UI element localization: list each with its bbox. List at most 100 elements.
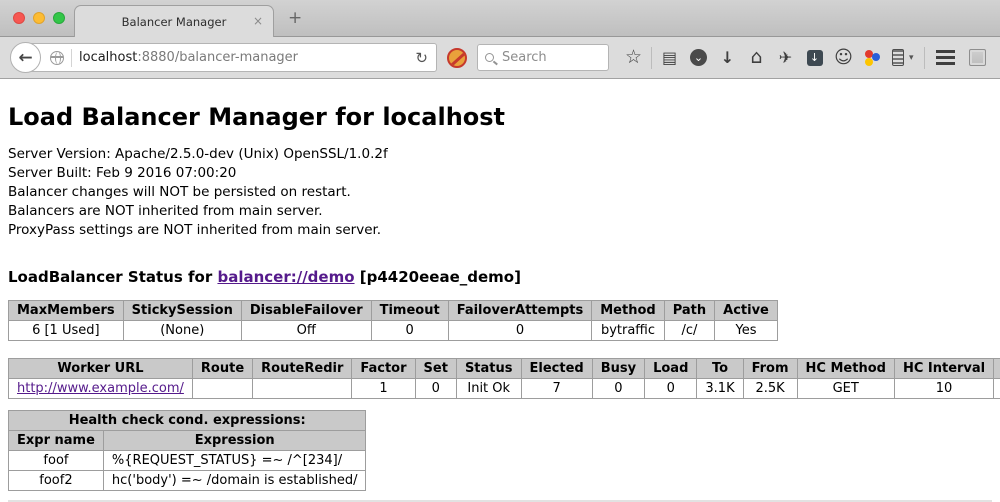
table-cell: 1 (0): [994, 379, 1000, 399]
column-header: Expr name: [9, 431, 104, 451]
table-row: foof%{REQUEST_STATUS} =~ /^[234]/: [9, 451, 366, 471]
balancer-settings-table: MaxMembersStickySessionDisableFailoverTi…: [8, 300, 778, 341]
table-cell: [192, 379, 252, 399]
column-header: MaxMembers: [9, 301, 124, 321]
colored-dots: [864, 49, 881, 66]
reading-list-icon[interactable]: ▤: [655, 43, 684, 73]
table-cell: (None): [123, 321, 241, 341]
save-to-app-icon[interactable]: ↓: [800, 43, 829, 73]
balancer-demo-link[interactable]: balancer://demo: [217, 268, 354, 286]
home-icon[interactable]: ⌂: [742, 43, 771, 73]
column-header: Route: [192, 359, 252, 379]
balancer-persist-note: Balancer changes will NOT be persisted o…: [8, 183, 992, 202]
column-header: Status: [456, 359, 521, 379]
search-input[interactable]: [500, 49, 595, 66]
table-cell: 0: [592, 379, 644, 399]
panel-glyph: [969, 49, 986, 66]
column-header: Timeout: [371, 301, 448, 321]
page-title: Load Balancer Manager for localhost: [8, 103, 992, 131]
column-header: Active: [715, 301, 778, 321]
table-cell: 2.5K: [743, 379, 797, 399]
heading-suffix: [p4420eeae_demo]: [355, 268, 521, 286]
column-header: Path: [664, 301, 714, 321]
table-cell: 0: [645, 379, 697, 399]
pocket-icon[interactable]: ⌄: [684, 43, 713, 73]
url-host: localhost: [79, 50, 137, 65]
server-version-line: Server Version: Apache/2.5.0-dev (Unix) …: [8, 145, 992, 164]
battery-glyph: [892, 49, 904, 66]
divider: [924, 47, 925, 69]
site-identity-globe-icon[interactable]: [50, 51, 64, 65]
column-header: To: [697, 359, 743, 379]
browser-tab[interactable]: Balancer Manager ×: [74, 5, 274, 38]
minimize-window-button[interactable]: [33, 12, 45, 24]
table-cell: /c/: [664, 321, 714, 341]
battery-extension-icon[interactable]: [887, 43, 909, 73]
column-header: RouteRedir: [253, 359, 352, 379]
search-icon: [485, 53, 494, 62]
table-cell: 0: [371, 321, 448, 341]
table-row: foof2hc('body') =~ /domain is establishe…: [9, 471, 366, 491]
close-tab-icon[interactable]: ×: [253, 15, 263, 27]
column-header: Passes: [994, 359, 1000, 379]
url-path: :8880/balancer-manager: [137, 50, 298, 65]
table-cell: 7: [521, 379, 592, 399]
proxypass-note: ProxyPass settings are NOT inherited fro…: [8, 221, 992, 240]
table-cell: bytraffic: [592, 321, 664, 341]
column-header: Expression: [103, 431, 366, 451]
send-tab-icon[interactable]: ✈: [771, 43, 800, 73]
divider: [651, 47, 652, 69]
table-row: http://www.example.com/ 10Init Ok7003.1K…: [9, 379, 1000, 399]
table-cell: 10: [894, 379, 993, 399]
table-cell: Init Ok: [456, 379, 521, 399]
url-text[interactable]: localhost:8880/balancer-manager: [79, 50, 298, 65]
column-header: HC Method: [797, 359, 894, 379]
table-caption: Health check cond. expressions:: [9, 411, 366, 431]
chat-smiley-icon[interactable]: ☺: [829, 43, 858, 73]
downloads-icon[interactable]: ↓: [713, 43, 742, 73]
column-header: Method: [592, 301, 664, 321]
panel-grid-icon[interactable]: [962, 43, 992, 73]
table-cell: Yes: [715, 321, 778, 341]
extension-dots-icon[interactable]: [858, 43, 887, 73]
loadbalancer-status-heading: LoadBalancer Status for balancer://demo …: [8, 268, 992, 286]
table-cell: 3.1K: [697, 379, 743, 399]
table-cell: [253, 379, 352, 399]
tab-title: Balancer Manager: [122, 15, 227, 29]
search-box[interactable]: [477, 44, 609, 71]
content-blocked-icon[interactable]: [447, 48, 467, 68]
column-header: Worker URL: [9, 359, 193, 379]
back-button[interactable]: ←: [10, 42, 41, 73]
heading-prefix: LoadBalancer Status for: [8, 268, 217, 286]
column-header: From: [743, 359, 797, 379]
health-check-expressions-table: Health check cond. expressions:Expr name…: [8, 410, 366, 491]
close-window-button[interactable]: [13, 12, 25, 24]
save-glyph: ↓: [807, 50, 823, 66]
table-row: 6 [1 Used](None)Off00bytraffic/c/Yes: [9, 321, 778, 341]
table-cell: 0: [415, 379, 456, 399]
column-header: DisableFailover: [241, 301, 371, 321]
column-header: Elected: [521, 359, 592, 379]
page-content: Load Balancer Manager for localhost Serv…: [0, 79, 1000, 502]
tab-strip: Balancer Manager × +: [0, 0, 1000, 37]
pocket-glyph: ⌄: [690, 49, 707, 66]
table-cell: Off: [241, 321, 371, 341]
zoom-window-button[interactable]: [53, 12, 65, 24]
column-header: StickySession: [123, 301, 241, 321]
bookmark-star-icon[interactable]: ☆: [619, 43, 648, 73]
column-header: Load: [645, 359, 697, 379]
menu-hamburger-icon[interactable]: [928, 43, 962, 73]
table-cell: 0: [448, 321, 592, 341]
column-header: HC Interval: [894, 359, 993, 379]
worker-status-table: Worker URLRouteRouteRedirFactorSetStatus…: [8, 358, 1000, 399]
table-cell: hc('body') =~ /domain is established/: [103, 471, 366, 491]
table-cell: %{REQUEST_STATUS} =~ /^[234]/: [103, 451, 366, 471]
url-bar[interactable]: localhost:8880/balancer-manager ↻: [27, 43, 437, 72]
new-tab-button[interactable]: +: [288, 8, 302, 28]
reload-icon[interactable]: ↻: [415, 49, 428, 67]
table-cell: 1: [352, 379, 415, 399]
server-built-line: Server Built: Feb 9 2016 07:00:20: [8, 164, 992, 183]
balancer-inherit-note: Balancers are NOT inherited from main se…: [8, 202, 992, 221]
chevron-down-icon[interactable]: ▾: [909, 53, 921, 63]
worker-url-link[interactable]: http://www.example.com/: [17, 381, 184, 396]
